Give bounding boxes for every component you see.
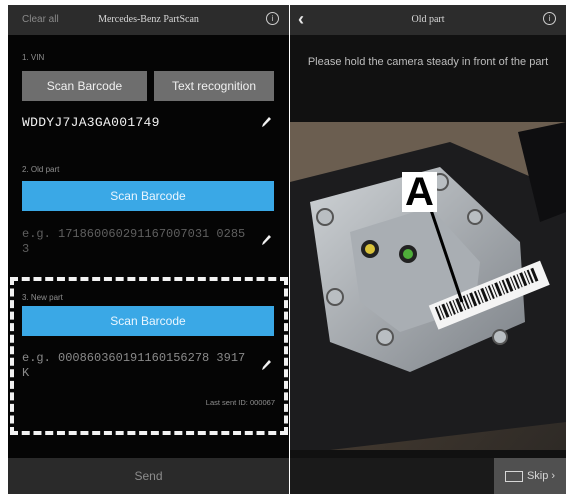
app-title: Mercedes-Benz PartScan	[98, 14, 199, 25]
new-part-section-label: 3. New part	[22, 293, 63, 302]
info-icon[interactable]: i	[266, 12, 279, 25]
top-bar: ‹ Old part i	[290, 5, 566, 35]
camera-scan-screen: ‹ Old part i Please hold the camera stea…	[290, 5, 566, 494]
new-part-scan-barcode-button[interactable]: Scan Barcode	[22, 306, 274, 336]
last-sent-id: Last sent ID: 000067	[205, 398, 275, 407]
old-part-edit-pencil-icon[interactable]	[259, 233, 273, 247]
send-button[interactable]: Send	[8, 458, 289, 494]
old-part-section-label: 2. Old part	[22, 165, 60, 174]
partscan-form-screen: Clear all Mercedes-Benz PartScan i 1. VI…	[8, 5, 289, 494]
vin-value[interactable]: WDDYJ7JA3GA001749	[22, 115, 160, 130]
camera-hint: Please hold the camera steady in front o…	[307, 56, 549, 68]
new-part-edit-pencil-icon[interactable]	[259, 358, 273, 372]
camera-viewfinder: A	[290, 122, 566, 450]
vin-edit-pencil-icon[interactable]	[259, 115, 273, 129]
old-part-scan-barcode-button[interactable]: Scan Barcode	[22, 181, 274, 211]
vin-scan-barcode-button[interactable]: Scan Barcode	[22, 71, 147, 101]
vin-text-recognition-button[interactable]: Text recognition	[154, 71, 274, 101]
vin-section-label: 1. VIN	[22, 53, 45, 62]
annotation-label-a: A	[402, 172, 437, 212]
old-part-input[interactable]: e.g. 171860060291167007031 02853	[22, 227, 252, 257]
keyboard-icon	[504, 470, 523, 482]
screen-title: Old part	[411, 14, 445, 25]
top-bar: Clear all Mercedes-Benz PartScan i	[8, 5, 289, 35]
info-icon[interactable]: i	[543, 12, 556, 25]
new-part-input[interactable]: e.g. 000860360191160156278 3917K	[22, 351, 252, 381]
skip-label: Skip ›	[526, 470, 556, 482]
skip-button[interactable]: Skip ›	[494, 458, 566, 494]
